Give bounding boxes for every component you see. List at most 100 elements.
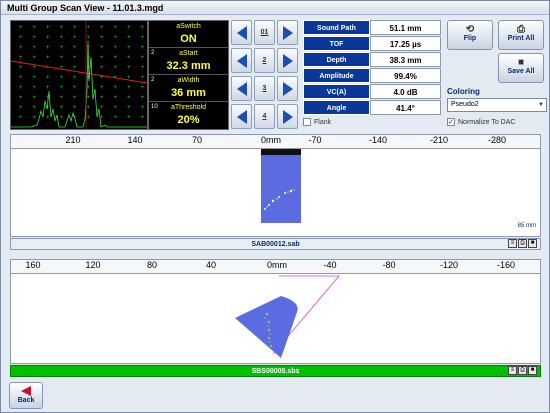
grid-cross: +: [33, 95, 37, 101]
gate-switch[interactable]: aSwitch ON: [149, 21, 228, 48]
grid-cross: +: [141, 55, 145, 61]
grid-cross: +: [60, 55, 64, 61]
checkbox-box[interactable]: [303, 118, 311, 126]
grid-cross: +: [87, 115, 91, 121]
gate-select-button[interactable]: 01: [254, 20, 275, 45]
scan1-tools: ≡ ⎙ ■: [508, 239, 537, 248]
grid-cross: +: [60, 45, 64, 51]
arrow-right-icon: [282, 109, 293, 124]
grid-cross: +: [73, 95, 77, 101]
decrease-button[interactable]: [231, 48, 252, 73]
save-all-button[interactable]: ■ Save All: [498, 53, 544, 83]
gate-threshold[interactable]: 10 aThreshold 20%: [149, 102, 228, 129]
ruler-tick: -120: [439, 260, 459, 270]
increase-button[interactable]: [277, 20, 298, 45]
grid-cross: +: [19, 35, 23, 41]
grid-cross: +: [127, 65, 131, 71]
grid-cross: +: [19, 55, 23, 61]
gate-select-button[interactable]: 3: [254, 76, 275, 101]
increase-button[interactable]: [277, 48, 298, 73]
grid-cross: +: [141, 105, 145, 111]
sscan-image: [235, 275, 340, 358]
grid-cross: +: [33, 85, 37, 91]
sector-scan-panel-2: 160 120 80 40 0mm -40 -80 -120 -160: [10, 259, 541, 364]
increase-button[interactable]: [277, 76, 298, 101]
normalize-checkbox[interactable]: ✓ Normalize To DAC: [447, 118, 515, 126]
grid-cross: +: [114, 95, 118, 101]
ruler-tick: 160: [25, 260, 41, 270]
measure-label: Amplitude: [303, 68, 370, 83]
gate-label: aWidth: [177, 77, 200, 84]
arrow-left-icon: [21, 386, 31, 396]
grid-cross: +: [73, 55, 77, 61]
app-window: Multi Group Scan View - 11.01.3.mgd + + + +…: [0, 0, 550, 413]
grid-cross: +: [127, 105, 131, 111]
gate-icon: 01: [260, 29, 269, 36]
ascan-display: + + + + + + + + + + + + + + + + + + + + + + + + + + + + + + + + + + + + + + + +…: [10, 20, 148, 130]
coloring-select[interactable]: Pseudo2 ▼: [447, 98, 547, 112]
grid-cross: +: [46, 65, 50, 71]
ruler-tick: -160: [496, 260, 516, 270]
sector-scan-panel-1: 210 140 70 0mm -70 -140 -210 -280 85 mm: [10, 134, 541, 237]
grid-cross: +: [141, 115, 145, 121]
save-icon[interactable]: ■: [528, 366, 537, 375]
grid-cross: +: [127, 95, 131, 101]
arrow-right-icon: [282, 81, 293, 96]
gate-start[interactable]: 2 aStart 32.3 mm: [149, 48, 228, 75]
increase-button[interactable]: [277, 104, 298, 129]
arrow-left-icon: [236, 53, 247, 68]
measure-value: 41.4°: [370, 100, 441, 115]
ruler-tick: -80: [382, 260, 396, 270]
gate-parameters: aSwitch ON 2 aStart 32.3 mm 2 aWidth 36 …: [148, 20, 229, 130]
chevron-down-icon: ▼: [538, 102, 544, 108]
grid-cross: +: [114, 25, 118, 31]
grid-cross: +: [141, 95, 145, 101]
gate-value: 20%: [177, 114, 200, 126]
decrease-button[interactable]: [231, 20, 252, 45]
list-icon[interactable]: ≡: [508, 239, 517, 248]
grid-cross: +: [114, 55, 118, 61]
grid-cross: +: [19, 45, 23, 51]
printer-icon: ⎙: [517, 24, 525, 35]
grid-cross: +: [100, 105, 104, 111]
save-icon[interactable]: ■: [528, 239, 537, 248]
checkbox-box[interactable]: ✓: [447, 118, 455, 126]
ascan-plot: + + + + + + + + + + + + + + + + + + + + + + + + + + + + + + + + + + + + + + + +…: [10, 21, 148, 129]
grid-cross: +: [73, 45, 77, 51]
grid-cross: +: [19, 85, 23, 91]
grid-cross: +: [87, 105, 91, 111]
grid-cross: +: [19, 95, 23, 101]
ruler-tick: 70: [191, 135, 203, 145]
ruler-tick: -70: [308, 135, 322, 145]
grid-cross: +: [60, 25, 64, 31]
grid-cross: +: [114, 105, 118, 111]
back-button[interactable]: Back: [9, 382, 43, 409]
grid-cross: +: [46, 115, 50, 121]
gate-select-button[interactable]: 2: [254, 48, 275, 73]
gate-navigation: 01 2 3 4: [231, 20, 300, 130]
grid-cross: +: [33, 65, 37, 71]
grid-cross: +: [46, 45, 50, 51]
gate-select-button[interactable]: 4: [254, 104, 275, 129]
gate-width[interactable]: 2 aWidth 36 mm: [149, 75, 228, 102]
list-icon[interactable]: ≡: [508, 366, 517, 375]
grid-cross: +: [100, 35, 104, 41]
flank-checkbox[interactable]: Flank: [303, 118, 331, 126]
measure-label: Depth: [303, 52, 370, 67]
grid-cross: +: [19, 115, 23, 121]
decrease-button[interactable]: [231, 104, 252, 129]
printer-icon[interactable]: ⎙: [518, 366, 527, 375]
printer-icon[interactable]: ⎙: [518, 239, 527, 248]
grid-cross: +: [127, 35, 131, 41]
ruler-tick: -140: [368, 135, 388, 145]
flip-button[interactable]: ⟲ Flip: [447, 20, 493, 50]
grid-cross: +: [60, 105, 64, 111]
measure-label: Angle: [303, 100, 370, 115]
print-all-button[interactable]: ⎙ Print All: [498, 20, 544, 50]
ruler-tick: -210: [429, 135, 449, 145]
grid-cross: +: [87, 95, 91, 101]
flip-label: Flip: [463, 35, 477, 42]
grid-cross: +: [19, 65, 23, 71]
grid-cross: +: [87, 35, 91, 41]
decrease-button[interactable]: [231, 76, 252, 101]
